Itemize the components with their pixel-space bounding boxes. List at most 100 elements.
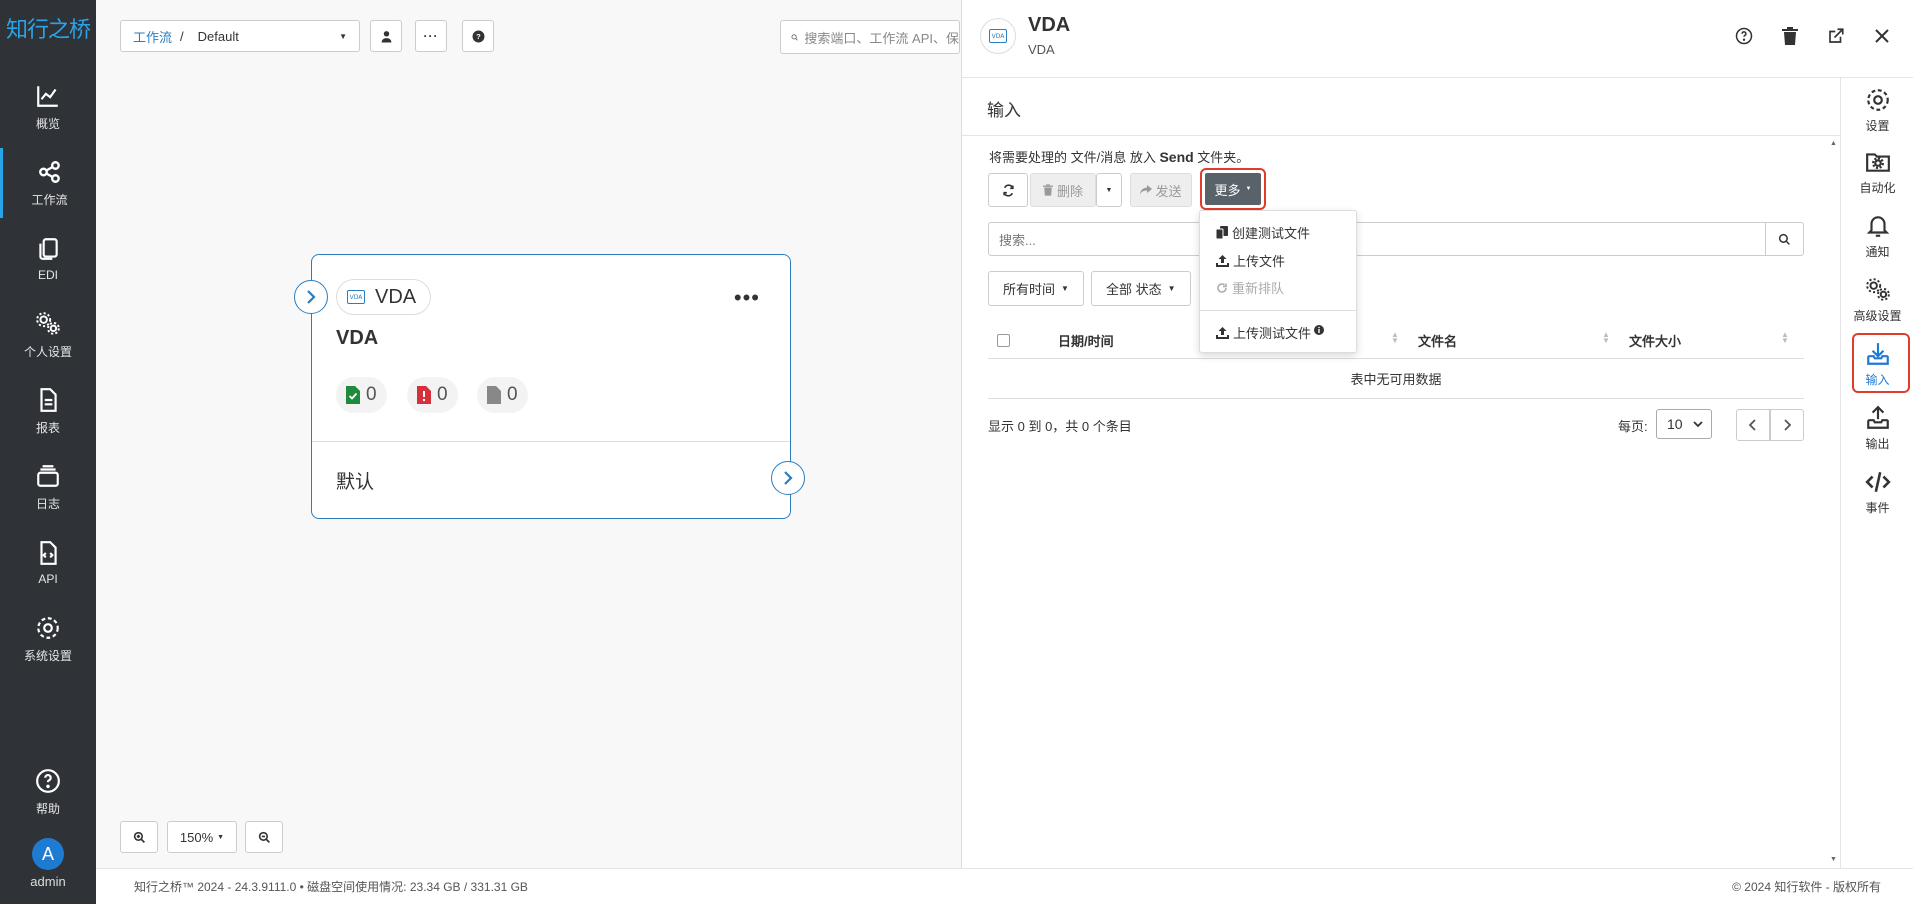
sidebar-item-edi[interactable]: EDI (0, 224, 96, 294)
more-dropdown-menu: 创建测试文件 上传文件 重新排队 上传测试文件 (1199, 210, 1357, 353)
code-icon (1864, 471, 1891, 492)
rail-item-advanced[interactable]: 高级设置 (1841, 270, 1913, 330)
column-header-filesize[interactable]: 文件大小 (1629, 331, 1681, 350)
rail-item-settings[interactable]: 设置 (1841, 80, 1913, 140)
breadcrumb-workflow-link[interactable]: 工作流 (133, 27, 172, 46)
menu-item-upload-test-file[interactable]: 上传测试文件 (1216, 323, 1328, 342)
column-header-filename[interactable]: 文件名 (1418, 331, 1457, 350)
sidebar-item-profile[interactable]: 个人设置 (0, 300, 96, 370)
node-input-connector[interactable] (294, 280, 328, 314)
caret-down-icon: ▼ (1061, 284, 1069, 293)
copy-icon (39, 238, 58, 260)
user-menu[interactable]: A admin (0, 838, 96, 889)
node-stat-error-count: 0 (437, 384, 448, 405)
sidebar-item-label: 报表 (35, 420, 60, 435)
panel-subtitle: VDA (1028, 42, 1055, 57)
time-filter-label: 所有时间 (1003, 282, 1056, 297)
rail-item-output[interactable]: 输出 (1841, 398, 1913, 458)
zoom-out-icon (258, 831, 270, 843)
zoom-in-button[interactable] (120, 821, 158, 853)
next-page-button[interactable] (1770, 409, 1804, 441)
caret-down-icon: ▼ (1105, 186, 1113, 194)
node-stat-error[interactable]: 0 (407, 377, 458, 413)
per-page-value: 10 (1667, 416, 1683, 432)
per-page-label: 每页: (1618, 419, 1648, 434)
refresh-icon (1002, 183, 1014, 197)
more-button[interactable]: 更多 ▼ (1200, 168, 1266, 210)
sidebar-item-label: 系统设置 (23, 648, 72, 663)
file-search-placeholder: 搜索... (999, 232, 1036, 248)
share-arrow-icon (1140, 185, 1153, 195)
refresh-button[interactable] (988, 173, 1028, 207)
user-filter-button[interactable] (370, 20, 402, 52)
panel-close-button[interactable] (1870, 24, 1894, 48)
panel-delete-button[interactable] (1778, 24, 1802, 48)
file-icon (487, 386, 501, 404)
status-footer: 知行之桥™ 2024 - 24.3.9111.0 • 磁盘空间使用情况: 23.… (96, 868, 1913, 904)
zoom-level-select[interactable]: 150% ▼ (167, 821, 237, 853)
sidebar-item-logs[interactable]: 日志 (0, 452, 96, 522)
sort-icon[interactable]: ▲ ▼ (1781, 331, 1789, 345)
status-filter-dropdown[interactable]: 全部 状态 ▼ (1091, 271, 1191, 306)
folder-gear-icon (1865, 152, 1890, 172)
trash-icon (1042, 184, 1053, 196)
node-output-connector[interactable] (771, 461, 805, 495)
per-page-select[interactable]: 10 (1656, 409, 1712, 439)
menu-item-create-test-file[interactable]: 创建测试文件 (1216, 223, 1310, 242)
sidebar-item-overview[interactable]: 概览 (0, 72, 96, 142)
file-search-button[interactable] (1765, 223, 1803, 255)
menu-item-upload-file[interactable]: 上传文件 (1216, 251, 1285, 270)
scroll-down-arrow[interactable]: ▼ (1830, 856, 1837, 863)
node-menu-icon[interactable]: ••• (734, 285, 760, 311)
delete-options-button[interactable]: ▼ (1096, 173, 1122, 207)
panel-help-button[interactable] (1732, 24, 1756, 48)
search-icon (791, 33, 798, 41)
time-filter-dropdown[interactable]: 所有时间 ▼ (988, 271, 1084, 306)
more-options-button[interactable]: ··· (415, 20, 447, 52)
column-header-datetime[interactable]: 日期/时间 (1058, 331, 1114, 350)
upload-tray-icon (1866, 405, 1889, 429)
send-button[interactable]: 发送 (1130, 173, 1192, 207)
file-search-input[interactable]: 搜索... (988, 222, 1804, 256)
workflow-node[interactable]: VDA VDA ••• VDA 0 0 0 默认 (311, 254, 791, 519)
sidebar-item-settings[interactable]: 系统设置 (0, 604, 96, 674)
rail-item-events[interactable]: 事件 (1841, 462, 1913, 522)
prev-page-button[interactable] (1736, 409, 1770, 441)
gears-icon (36, 311, 60, 335)
caret-down-icon: ▼ (217, 833, 225, 841)
global-search-input[interactable]: 搜索端口、工作流 API、保 (780, 20, 960, 54)
rail-item-notifications[interactable]: 通知 (1841, 206, 1913, 266)
chevron-down-icon (1692, 421, 1703, 428)
panel-title: VDA (1028, 14, 1071, 36)
caret-down-icon: ▼ (1167, 284, 1176, 293)
question-circle-icon (36, 768, 60, 793)
gear-icon (37, 616, 59, 639)
file-code-icon (40, 541, 57, 565)
sidebar-item-reports[interactable]: 报表 (0, 376, 96, 446)
sidebar-item-label: EDI (37, 268, 58, 282)
sidebar-item-label: 工作流 (31, 192, 68, 207)
app-logo[interactable]: 知行之桥 (6, 12, 91, 44)
select-all-checkbox[interactable] (997, 334, 1010, 347)
help-button[interactable]: ? (462, 20, 494, 52)
node-stat-pending[interactable]: 0 (477, 377, 528, 413)
sort-icon[interactable]: ▲ ▼ (1391, 331, 1399, 345)
status-filter-label: 全部 状态 (1106, 282, 1162, 297)
node-badge-label: VDA (375, 285, 417, 308)
sidebar-item-api[interactable]: API (0, 528, 96, 598)
zoom-out-button[interactable] (245, 821, 283, 853)
workflow-select[interactable]: 工作流 / Default ▼ (120, 20, 360, 52)
layers-icon (37, 464, 59, 487)
rail-item-automation[interactable]: 自动化 (1841, 142, 1913, 202)
sort-icon[interactable]: ▲ ▼ (1602, 331, 1610, 345)
sidebar-item-workflow[interactable]: 工作流 (0, 148, 96, 218)
menu-item-requeue[interactable]: 重新排队 (1216, 278, 1284, 297)
chevron-right-icon (784, 471, 793, 485)
scroll-up-arrow[interactable]: ▲ (1830, 140, 1837, 147)
node-stat-success[interactable]: 0 (336, 377, 387, 413)
sidebar-item-label: API (38, 572, 58, 586)
panel-open-external-button[interactable] (1824, 24, 1848, 48)
delete-button[interactable]: 删除 (1030, 173, 1096, 207)
ellipsis-icon: ··· (423, 29, 439, 43)
sidebar-item-help[interactable]: 帮助 (0, 757, 96, 827)
